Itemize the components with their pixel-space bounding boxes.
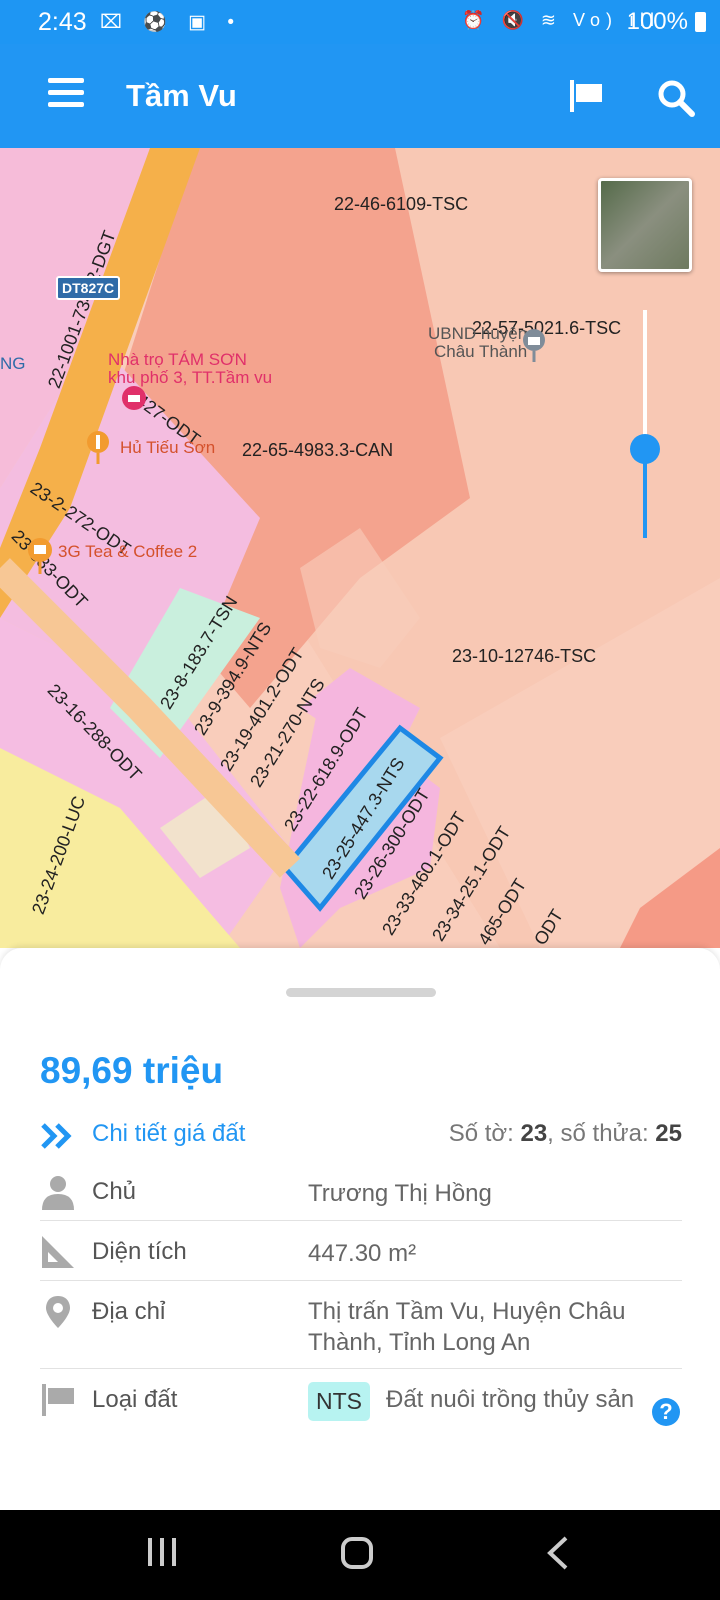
owner-value: Trương Thị Hồng [308, 1180, 492, 1207]
owner-row: Chủ Trương Thị Hồng [40, 1174, 682, 1221]
poi-label[interactable]: UBND huyện [428, 324, 527, 344]
land-type-label: Loại đất [92, 1386, 178, 1413]
area-row: Diện tích 447.30 m² [40, 1234, 682, 1281]
hotel-pin-icon[interactable] [120, 384, 148, 416]
satellite-toggle[interactable] [598, 178, 692, 272]
ruler-icon [42, 1236, 74, 1268]
back-icon[interactable] [546, 1536, 570, 1570]
price-detail-label: Chi tiết giá đất [92, 1120, 246, 1147]
land-type-row: Loại đất NTS Đất nuôi trồng thủy sản ? [40, 1382, 682, 1458]
home-icon[interactable] [340, 1536, 374, 1570]
app-bar: Tầm Vu [0, 44, 720, 148]
restaurant-pin-icon[interactable] [86, 430, 110, 464]
battery-level: 100% [626, 8, 688, 35]
parcel-value: 25 [655, 1120, 682, 1147]
map-label: 23-10-12746-TSC [452, 646, 597, 666]
address-row: Địa chỉ Thị trấn Tầm Vu, Huyện Châu Thàn… [40, 1294, 682, 1369]
location-pin-icon [46, 1296, 70, 1328]
menu-icon[interactable] [48, 78, 84, 108]
sheet-drag-handle[interactable] [286, 988, 436, 997]
battery-icon [695, 12, 706, 32]
address-label: Địa chỉ [92, 1298, 166, 1325]
map-label: 22-46-6109-TSC [334, 194, 469, 214]
status-bar: 2:43 ⌧ ⚽ ▣ • ⏰ 🔇 ≋ Vo) ıll 100% [0, 0, 720, 44]
address-value: Thị trấn Tầm Vu, Huyện Châu Thành, Tỉnh … [308, 1298, 626, 1356]
poi-label[interactable]: 3G Tea & Coffee 2 [58, 542, 197, 562]
flag-icon[interactable] [568, 78, 604, 114]
double-chevron-icon [41, 1123, 72, 1149]
status-time: 2:43 [38, 8, 87, 36]
poi-label[interactable]: Nhà trọ TÁM SƠN [108, 350, 247, 370]
land-price: 89,69 triệu [40, 1050, 224, 1091]
search-icon[interactable] [656, 78, 696, 118]
system-nav-bar [0, 1510, 720, 1600]
land-type-value: Đất nuôi trồng thủy sản [386, 1386, 635, 1413]
government-pin-icon[interactable] [522, 328, 546, 362]
help-icon[interactable]: ? [652, 1398, 680, 1426]
cafe-pin-icon[interactable] [26, 536, 54, 574]
area-value: 447.30 m² [308, 1240, 417, 1267]
parcel-info-sheet: 89,69 triệu Chi tiết giá đất Số tờ: 23, … [0, 948, 720, 1510]
map-label: 22-65-4983.3-CAN [242, 440, 394, 460]
recent-apps-icon[interactable] [146, 1536, 178, 1568]
notification-icons: ⌧ ⚽ ▣ • [100, 12, 242, 33]
map-view[interactable]: 22-46-6109-TSC 22-57-5021.6-TSC 22-65-49… [0, 148, 720, 948]
poi-label: NG [0, 354, 26, 373]
sheet-label: Số tờ: [448, 1120, 521, 1147]
flag-icon [42, 1384, 74, 1416]
sheet-number: 23 [520, 1120, 548, 1147]
app-title: Tầm Vu [126, 78, 237, 113]
road-badge: DT827C [56, 276, 121, 300]
owner-label: Chủ [92, 1178, 137, 1205]
opacity-slider-knob[interactable] [630, 434, 660, 464]
parcel-label: , số thửa: [547, 1120, 656, 1147]
land-type-code: NTS [308, 1382, 370, 1421]
person-icon [42, 1176, 74, 1210]
poi-label: Châu Thành [434, 342, 528, 361]
area-label: Diện tích [92, 1238, 187, 1265]
poi-label[interactable]: Hủ Tiếu Sơn [120, 438, 215, 458]
parcel-number: Số tờ: 23, số thửa: 25 [449, 1120, 682, 1148]
